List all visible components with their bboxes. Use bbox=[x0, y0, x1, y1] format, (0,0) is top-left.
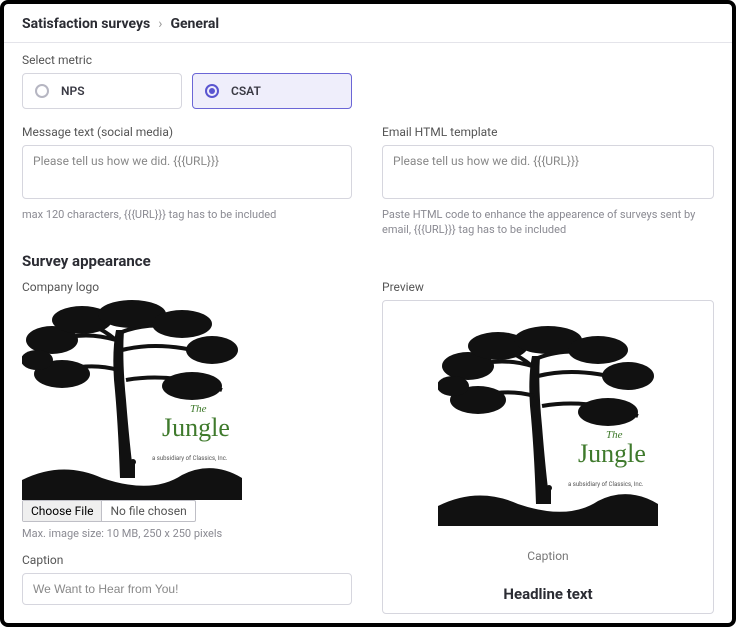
company-logo-label: Company logo bbox=[22, 280, 352, 294]
breadcrumb-current: General bbox=[170, 16, 219, 32]
metric-option-label: NPS bbox=[61, 84, 85, 98]
preview-headline: Headline text bbox=[393, 585, 703, 603]
select-metric-label: Select metric bbox=[22, 53, 714, 67]
radio-icon bbox=[205, 84, 219, 98]
svg-text:Jungle: Jungle bbox=[578, 439, 646, 468]
email-template-label: Email HTML template bbox=[382, 125, 714, 139]
logo-help: Max. image size: 10 MB, 250 x 250 pixels bbox=[22, 526, 352, 541]
metric-radio-group: NPS CSAT bbox=[22, 73, 714, 109]
preview-label: Preview bbox=[382, 280, 714, 294]
email-template-input[interactable] bbox=[382, 145, 714, 199]
logo-text-main: Jungle bbox=[162, 413, 230, 442]
caption-input[interactable] bbox=[22, 573, 352, 605]
jungle-logo-svg: The Jungle a subsidiary of Classics, Inc… bbox=[438, 311, 658, 541]
chevron-right-icon: › bbox=[158, 16, 162, 32]
caption-label: Caption bbox=[22, 553, 352, 567]
preview-logo-image: The Jungle a subsidiary of Classics, Inc… bbox=[438, 311, 658, 541]
radio-icon bbox=[35, 84, 49, 98]
message-text-input[interactable] bbox=[22, 145, 352, 199]
jungle-logo-svg: The Jungle a subsidiary of Classics, Inc… bbox=[22, 300, 242, 500]
file-status: No file chosen bbox=[102, 501, 194, 521]
preview-caption: Caption bbox=[393, 549, 703, 563]
file-picker: Choose File No file chosen bbox=[22, 500, 196, 522]
breadcrumb: Satisfaction surveys › General bbox=[4, 16, 732, 43]
metric-option-csat[interactable]: CSAT bbox=[192, 73, 352, 109]
preview-panel: The Jungle a subsidiary of Classics, Inc… bbox=[382, 300, 714, 614]
company-logo-image: The Jungle a subsidiary of Classics, Inc… bbox=[22, 300, 242, 500]
email-template-help: Paste HTML code to enhance the appearenc… bbox=[382, 207, 714, 238]
metric-option-nps[interactable]: NPS bbox=[22, 73, 182, 109]
logo-subtext: a subsidiary of Classics, Inc. bbox=[152, 455, 228, 462]
svg-text:a subsidiary of Classics, Inc.: a subsidiary of Classics, Inc. bbox=[568, 481, 644, 488]
message-text-label: Message text (social media) bbox=[22, 125, 352, 139]
metric-option-label: CSAT bbox=[231, 84, 261, 98]
breadcrumb-root[interactable]: Satisfaction surveys bbox=[22, 16, 150, 32]
message-text-help: max 120 characters, {{{URL}}} tag has to… bbox=[22, 207, 352, 222]
choose-file-button[interactable]: Choose File bbox=[23, 501, 102, 521]
survey-appearance-heading: Survey appearance bbox=[22, 252, 714, 270]
